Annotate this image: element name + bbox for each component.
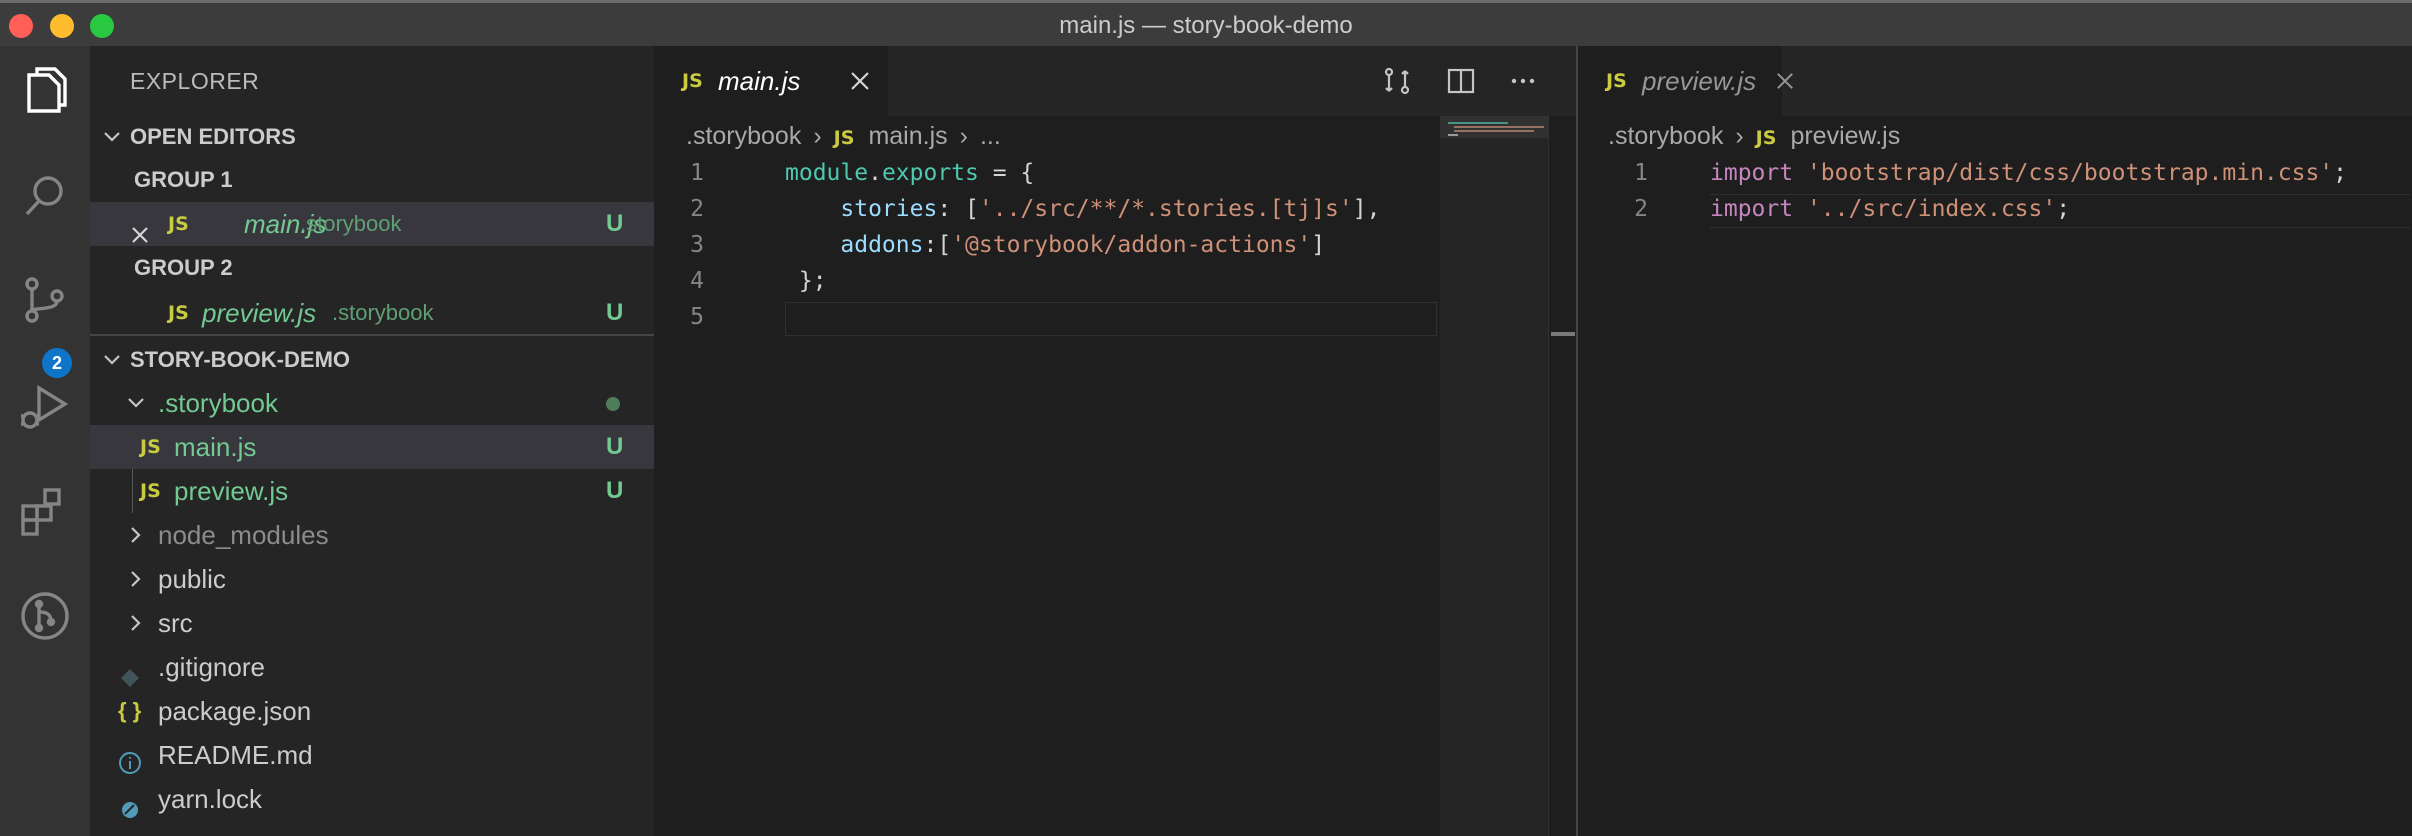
js-file-icon: JS xyxy=(168,302,189,324)
explorer-icon[interactable] xyxy=(15,61,75,121)
file-package-json[interactable]: { } package.json xyxy=(90,689,654,733)
file-readme[interactable]: README.md xyxy=(90,733,654,777)
line-number: 5 xyxy=(690,304,704,330)
breadcrumb-item[interactable]: main.js xyxy=(868,122,947,150)
breadcrumb-item[interactable]: .storybook xyxy=(686,122,801,150)
breadcrumb: .storybook › JS preview.js xyxy=(1608,122,1900,151)
js-file-icon: JS xyxy=(682,70,703,92)
chevron-down-icon xyxy=(102,338,126,382)
js-file-icon: JS xyxy=(833,127,855,149)
open-editor-preview-js[interactable]: JS preview.js .storybook U xyxy=(90,291,654,335)
close-icon[interactable] xyxy=(850,71,870,96)
group1-label: GROUP 1 xyxy=(134,167,233,192)
chevron-right-icon: › xyxy=(959,122,968,150)
source-control-icon[interactable] xyxy=(15,270,75,330)
editor-group-2: JS preview.js .storybook › JS preview.js 1 … xyxy=(1576,46,2412,836)
breadcrumb-item[interactable]: ... xyxy=(980,122,1001,150)
untracked-status: U xyxy=(606,477,624,504)
tab-main-js[interactable]: JS main.js xyxy=(654,46,888,116)
open-editor-main-js[interactable]: JS main.js .storybook U xyxy=(90,202,654,246)
breadcrumb: .storybook › JS main.js ›... xyxy=(686,122,1001,151)
explorer-sidebar: EXPLORER OPEN EDITORS GROUP 1 JS main.js… xyxy=(90,46,654,836)
code-line: addons:['@storybook/addon-actions'] xyxy=(840,232,1326,258)
js-file-icon: JS xyxy=(140,480,161,502)
split-editor-icon[interactable] xyxy=(1444,64,1478,98)
current-line-highlight xyxy=(785,302,1437,336)
title-bar: main.js — story-book-demo xyxy=(0,0,2412,46)
project-section[interactable]: STORY-BOOK-DEMO xyxy=(90,338,654,382)
more-actions-icon[interactable] xyxy=(1506,64,1540,98)
code-line: module.exports = { xyxy=(785,160,1035,186)
js-file-icon: JS xyxy=(168,213,189,235)
open-changes-icon[interactable] xyxy=(1380,64,1414,98)
code-line: import 'bootstrap/dist/css/bootstrap.min… xyxy=(1710,160,2348,186)
json-file-icon: { } xyxy=(118,698,142,723)
breadcrumb-item[interactable]: .storybook xyxy=(1608,122,1723,150)
line-number: 2 xyxy=(690,196,704,222)
section-divider xyxy=(90,334,654,336)
folder-node-modules[interactable]: node_modules xyxy=(90,513,654,557)
chevron-right-icon: › xyxy=(1735,122,1744,150)
minimap[interactable] xyxy=(1440,116,1556,836)
extensions-icon[interactable] xyxy=(15,482,75,542)
file-preview-js[interactable]: JS preview.js U xyxy=(90,469,654,513)
chevron-down-icon xyxy=(126,381,150,425)
tab-bar: JS preview.js xyxy=(1578,46,2412,116)
file-main-js[interactable]: JS main.js U xyxy=(90,425,654,469)
folder-storybook[interactable]: .storybook xyxy=(90,381,654,425)
close-icon[interactable] xyxy=(1776,72,1794,95)
line-number: 1 xyxy=(690,160,704,186)
untracked-status: U xyxy=(606,299,624,326)
code-line: import '../src/index.css'; xyxy=(1710,196,2071,222)
line-number: 3 xyxy=(690,232,704,258)
search-icon[interactable] xyxy=(15,166,75,226)
tab-preview-js[interactable]: JS preview.js xyxy=(1578,46,1793,116)
file-yarn-lock[interactable]: yarn.lock xyxy=(90,777,654,821)
chevron-down-icon xyxy=(102,115,126,159)
chevron-right-icon xyxy=(126,601,150,645)
scrollbar-thumb[interactable] xyxy=(1551,332,1575,336)
chevron-right-icon xyxy=(126,557,150,601)
untracked-status: U xyxy=(606,210,624,237)
open-editors-section[interactable]: OPEN EDITORS xyxy=(90,115,654,159)
group2-label: GROUP 2 xyxy=(134,255,233,280)
line-number: 1 xyxy=(1634,160,1648,186)
tab-bar: JS main.js xyxy=(654,46,1576,116)
explorer-title: EXPLORER xyxy=(130,68,260,94)
breadcrumb-item[interactable]: preview.js xyxy=(1790,122,1900,150)
yarn-icon xyxy=(120,789,140,833)
activity-bar: 2 xyxy=(0,46,90,836)
chevron-right-icon xyxy=(126,513,150,557)
folder-public[interactable]: public xyxy=(90,557,654,601)
vertical-scrollbar[interactable] xyxy=(1548,116,1576,836)
chevron-right-icon: › xyxy=(813,122,822,150)
code-line: }; xyxy=(785,268,827,294)
editor-group-1: JS main.js .storybook › JS main.js ›... 1 2 … xyxy=(654,46,1576,836)
line-number: 4 xyxy=(690,268,704,294)
code-line: stories: ['../src/**/*.stories.[tj]s'], xyxy=(840,196,1381,222)
git-graph-icon[interactable] xyxy=(15,586,75,646)
js-file-icon: JS xyxy=(1606,70,1627,92)
source-control-badge: 2 xyxy=(42,348,72,378)
window-title: main.js — story-book-demo xyxy=(1059,12,1353,39)
run-debug-icon[interactable] xyxy=(15,376,75,436)
modified-dot-icon xyxy=(606,397,620,411)
untracked-status: U xyxy=(606,433,624,460)
file-gitignore[interactable]: .gitignore xyxy=(90,645,654,689)
js-file-icon: JS xyxy=(140,436,161,458)
line-number: 2 xyxy=(1634,196,1648,222)
folder-src[interactable]: src xyxy=(90,601,654,645)
js-file-icon: JS xyxy=(1755,127,1777,149)
